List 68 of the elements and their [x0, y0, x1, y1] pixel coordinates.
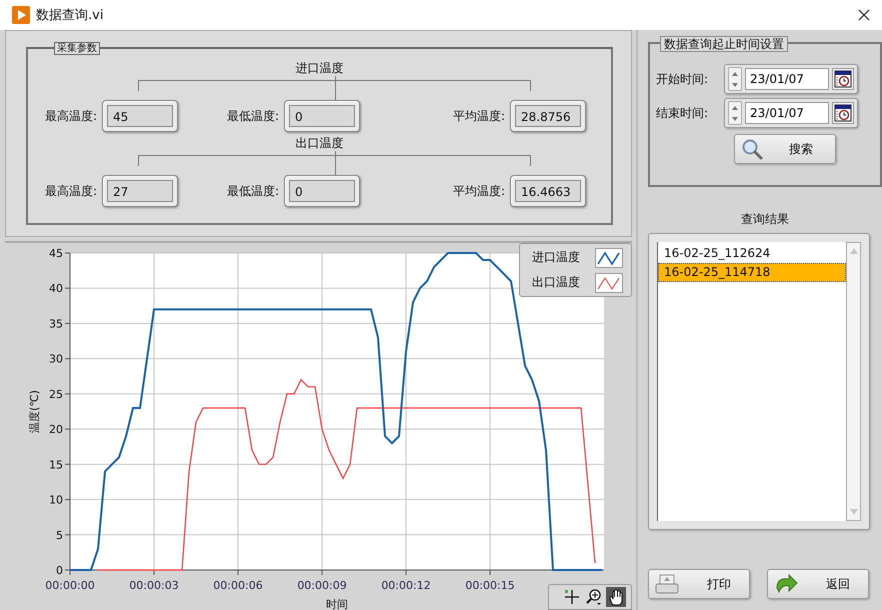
tick-label: 00:00:06 — [213, 579, 263, 592]
field-label: 开始时间: — [656, 70, 710, 88]
tick-label: 30 — [49, 352, 63, 366]
curved-arrow-icon — [774, 574, 798, 594]
field-label: 平均温度: — [452, 182, 505, 200]
calendar-clock-icon — [834, 104, 852, 122]
axis-title: 时间 — [326, 598, 348, 610]
zoom-icon — [585, 588, 603, 606]
group-label: 数据查询起止时间设置 — [660, 36, 788, 52]
numeric-indicator: 0 — [284, 175, 360, 207]
field-label: 平均温度: — [452, 108, 505, 124]
up-arrow-icon — [731, 70, 739, 76]
legend-label: 进口温度 — [532, 249, 580, 266]
legend-label: 出口温度 — [532, 274, 580, 291]
tick-label: 40 — [49, 282, 63, 296]
down-arrow-icon — [731, 116, 739, 122]
list-title: 查询结果 — [740, 211, 790, 227]
section-heading: 进口温度 — [294, 61, 344, 76]
axis-title: 温度(℃) — [28, 390, 41, 433]
calendar-button[interactable] — [832, 102, 854, 124]
field-label: 最低温度: — [226, 108, 279, 124]
hand-icon — [607, 588, 625, 606]
list-item[interactable]: 16-02-25_114718 — [658, 263, 846, 282]
numeric-indicator: 45 — [102, 100, 178, 132]
tick-label: 20 — [49, 423, 63, 436]
printer-icon — [655, 573, 679, 595]
up-arrow-icon — [731, 104, 739, 110]
section-heading: 出口温度 — [294, 136, 344, 151]
window-title: 数据查询.vi — [36, 7, 104, 24]
tick-label: 45 — [49, 247, 63, 260]
tick-label: 5 — [56, 528, 63, 542]
tick-label: 00:00:12 — [381, 579, 431, 592]
tick-label: 25 — [49, 388, 63, 401]
field-label: 结束时间: — [656, 104, 710, 122]
numeric-indicator: 16.4663 — [510, 175, 586, 207]
date-field[interactable]: 23/01/07 — [745, 102, 829, 124]
tick-label: 0 — [56, 564, 63, 577]
field-label: 最高温度: — [44, 108, 97, 124]
pan-tool-button[interactable] — [606, 587, 626, 607]
print-button[interactable]: 打印 — [648, 569, 750, 599]
field-label: 最高温度: — [44, 182, 97, 200]
tick-label: 10 — [49, 494, 63, 507]
group-label: 采集参数 — [54, 42, 100, 55]
back-button[interactable]: 返回 — [767, 569, 869, 599]
down-arrow-icon — [731, 82, 739, 88]
tick-label: 00:00:03 — [129, 579, 179, 592]
numeric-indicator: 27 — [102, 175, 178, 207]
numeric-indicator: 28.8756 — [510, 100, 586, 132]
numeric-indicator: 0 — [284, 100, 360, 132]
date-field[interactable]: 23/01/07 — [745, 68, 829, 90]
spin-buttons[interactable] — [728, 67, 742, 91]
tick-label: 00:00:15 — [465, 579, 515, 592]
crosshair-icon — [563, 588, 581, 606]
tick-label: 15 — [49, 458, 63, 472]
tick-label: 00:00:09 — [297, 579, 347, 592]
tick-label: 35 — [49, 317, 63, 330]
tick-label: 00:00:00 — [45, 579, 95, 592]
zoom-tool-button[interactable] — [584, 587, 604, 607]
search-button[interactable]: 搜索 — [734, 134, 836, 164]
list-item[interactable]: 16-02-25_112624 — [658, 244, 846, 263]
calendar-clock-icon — [834, 70, 852, 88]
close-icon[interactable] — [858, 9, 870, 21]
spin-buttons[interactable] — [728, 101, 742, 125]
cursor-tool-button[interactable] — [562, 587, 582, 607]
calendar-button[interactable] — [832, 68, 854, 90]
app-icon — [12, 6, 30, 24]
search-icon — [741, 138, 763, 160]
field-label: 最低温度: — [226, 182, 279, 200]
